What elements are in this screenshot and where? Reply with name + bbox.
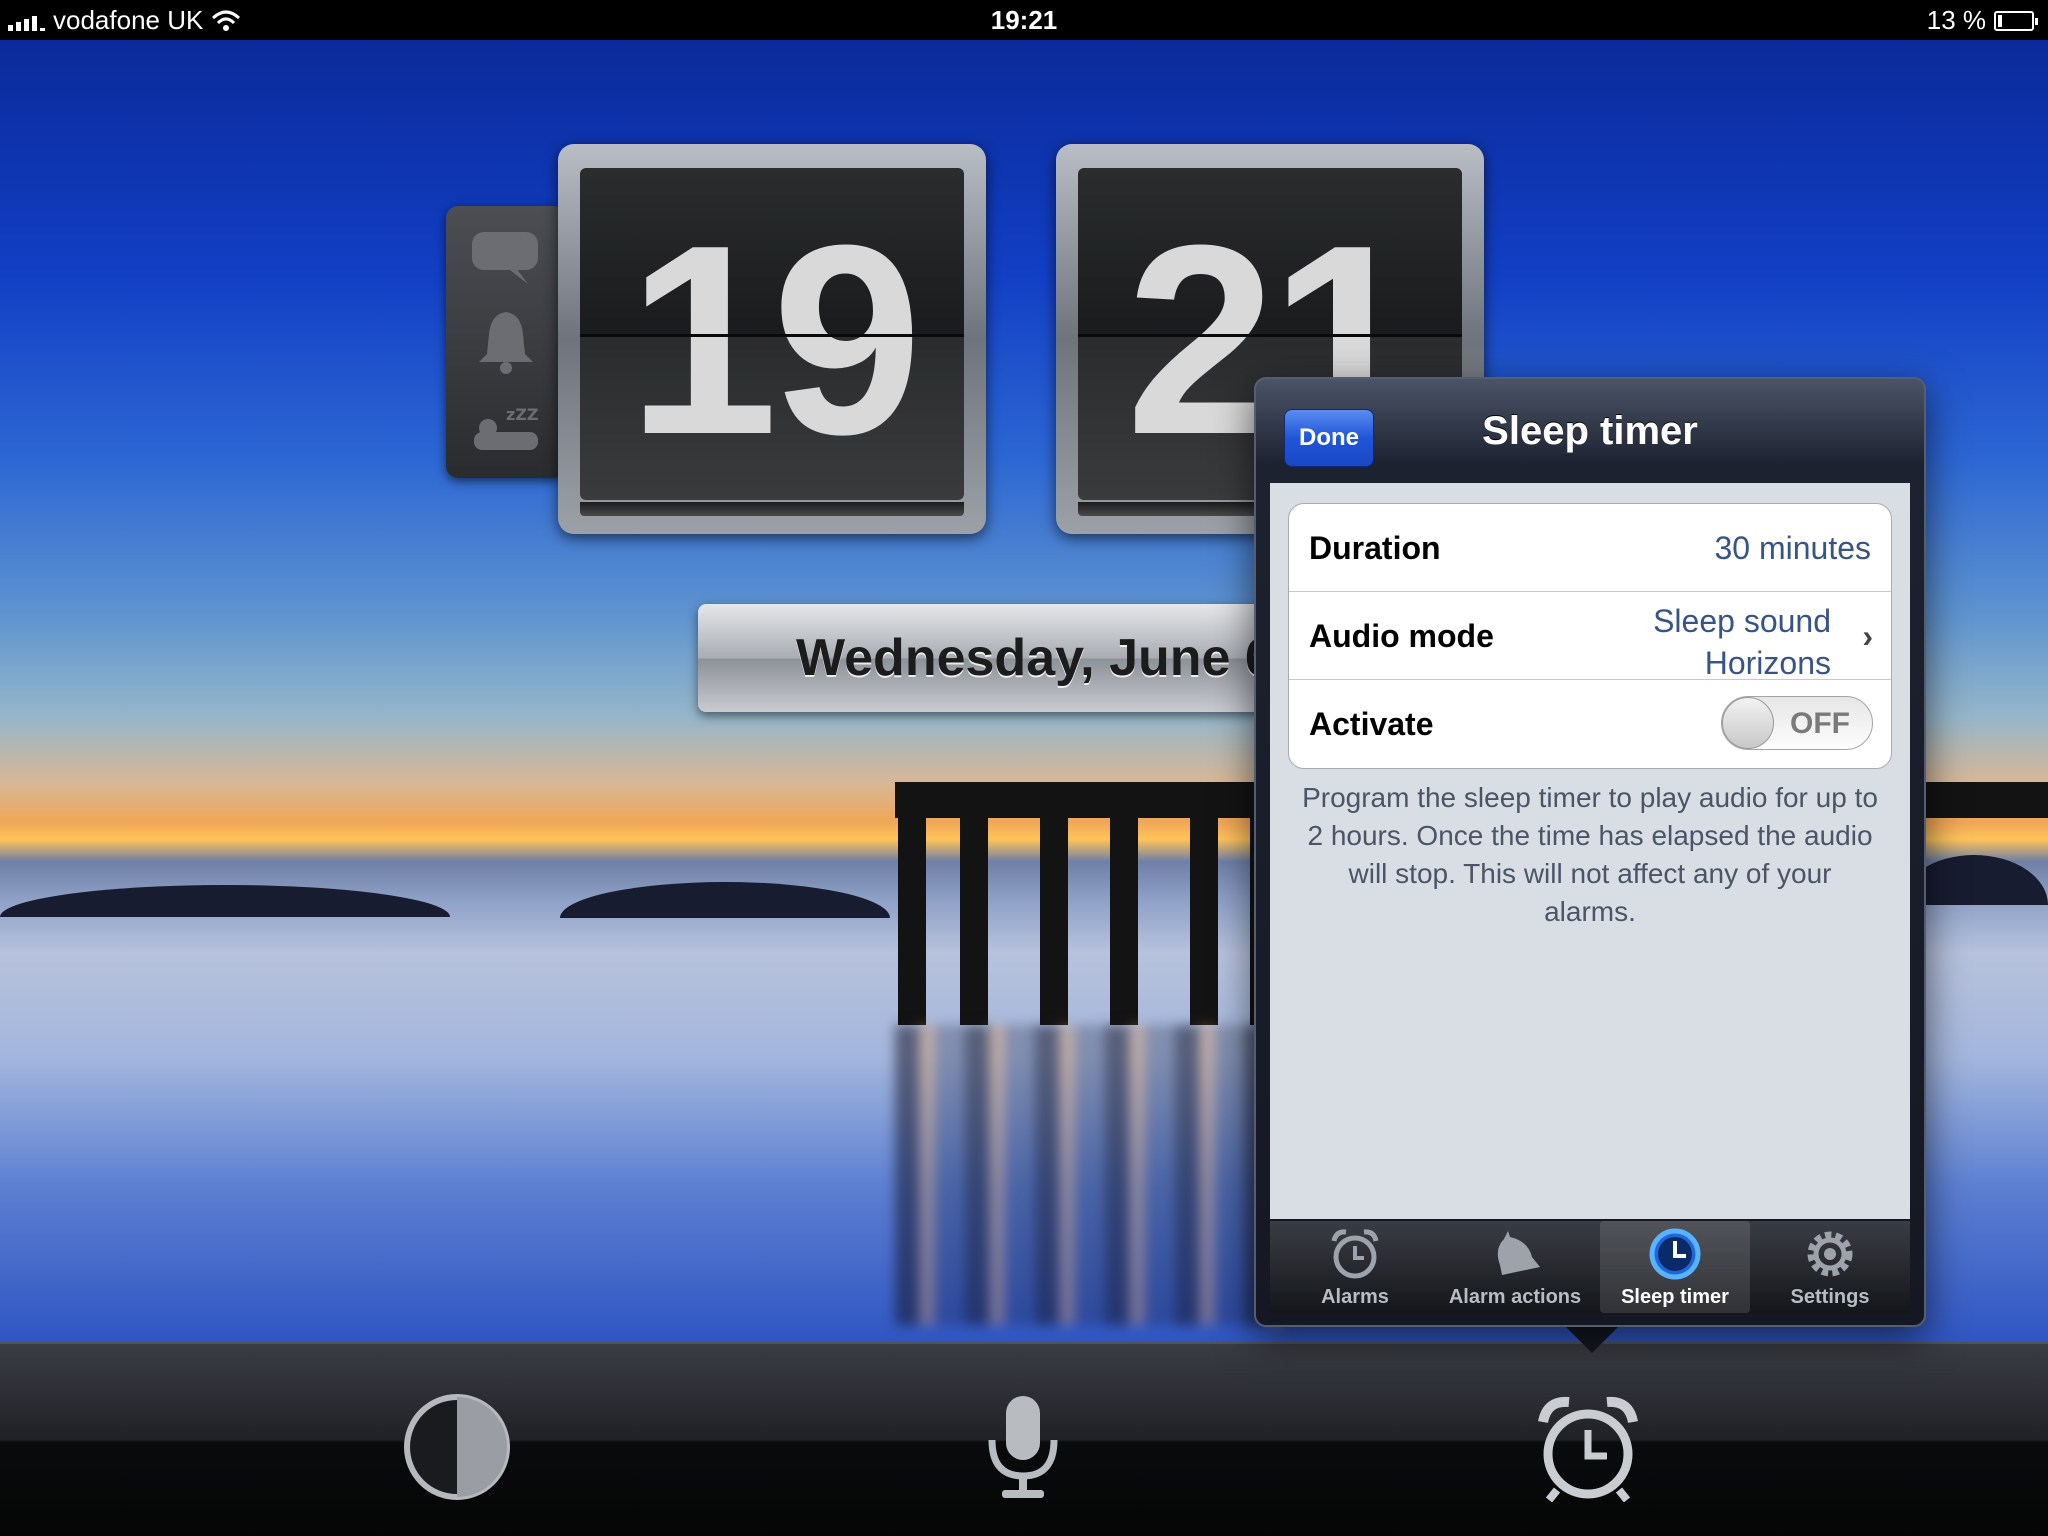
- clock-side-panel: zZZ: [446, 206, 566, 478]
- message-icon: [472, 232, 538, 284]
- date-plate: Wednesday, June 6: [698, 604, 1328, 712]
- battery-percentage: 13 %: [1926, 5, 1986, 35]
- audio-mode-sound: Sleep sound: [1653, 603, 1831, 639]
- duration-value: 30 minutes: [1714, 530, 1871, 566]
- tab-alarm-actions[interactable]: Alarm actions: [1440, 1221, 1590, 1313]
- audio-mode-row[interactable]: Audio mode Sleep sound Horizons ›: [1289, 592, 1891, 681]
- island-silhouette: [0, 885, 450, 917]
- tab-label: Alarms: [1321, 1286, 1389, 1308]
- clock-hours: 19: [627, 190, 922, 491]
- brightness-icon: [404, 1394, 510, 1500]
- pier-reflection: [895, 1025, 1295, 1325]
- tab-label: Alarm actions: [1448, 1286, 1582, 1308]
- alarm-dock-button[interactable]: [1533, 1392, 1643, 1503]
- popover-content: Duration 30 minutes Audio mode Sleep sou…: [1270, 483, 1910, 1219]
- status-time: 19:21: [990, 5, 1058, 35]
- duration-label: Duration: [1309, 530, 1441, 566]
- island-silhouette: [560, 882, 890, 918]
- chevron-right-icon: ›: [1862, 618, 1873, 654]
- alarm-clock-icon: [1538, 1396, 1638, 1503]
- bell-icon: [1497, 1231, 1540, 1275]
- status-bar: vodafone UK 19:21 13 %: [0, 0, 2048, 40]
- sleep-icon: zZZ: [474, 405, 539, 450]
- popover-title: Sleep timer: [1482, 409, 1698, 453]
- tab-sleep-timer[interactable]: Sleep timer: [1600, 1221, 1750, 1313]
- tab-settings[interactable]: Settings: [1755, 1221, 1905, 1313]
- svg-text:zZZ: zZZ: [506, 405, 539, 424]
- audio-mode-label: Audio mode: [1309, 618, 1494, 654]
- brightness-button[interactable]: [402, 1392, 512, 1502]
- sleep-timer-clock-icon: [1649, 1228, 1701, 1280]
- voice-button[interactable]: [968, 1392, 1078, 1502]
- gear-icon: [1807, 1231, 1853, 1277]
- activate-label: Activate: [1309, 706, 1434, 742]
- tab-alarms[interactable]: Alarms: [1280, 1221, 1430, 1313]
- duration-row[interactable]: Duration 30 minutes: [1289, 504, 1891, 592]
- tab-label: Sleep timer: [1621, 1286, 1729, 1308]
- hours-flip-card: 19: [558, 144, 986, 534]
- audio-mode-sound-name: Horizons: [1704, 645, 1831, 681]
- tab-label: Settings: [1790, 1286, 1870, 1308]
- settings-table: Duration 30 minutes Audio mode Sleep sou…: [1288, 503, 1892, 769]
- activate-toggle[interactable]: OFF: [1721, 696, 1873, 750]
- activate-row: Activate OFF: [1289, 680, 1891, 768]
- popover-tab-bar: Alarms Alarm actions Sleep timer Setting…: [1270, 1221, 1910, 1313]
- toggle-knob: [1722, 697, 1774, 749]
- bell-icon: [479, 312, 533, 374]
- microphone-icon: [988, 1396, 1058, 1498]
- sleep-timer-description: Program the sleep timer to play audio fo…: [1302, 782, 1878, 927]
- battery-icon: [1994, 10, 2038, 31]
- alarm-clock-icon: [1331, 1229, 1379, 1279]
- sleep-timer-popover: Done Sleep timer Duration 30 minutes Aud…: [1254, 377, 1926, 1327]
- toggle-state: OFF: [1790, 707, 1850, 740]
- popover-arrow: [1562, 1323, 1622, 1353]
- date-label: Wednesday, June 6: [796, 629, 1274, 687]
